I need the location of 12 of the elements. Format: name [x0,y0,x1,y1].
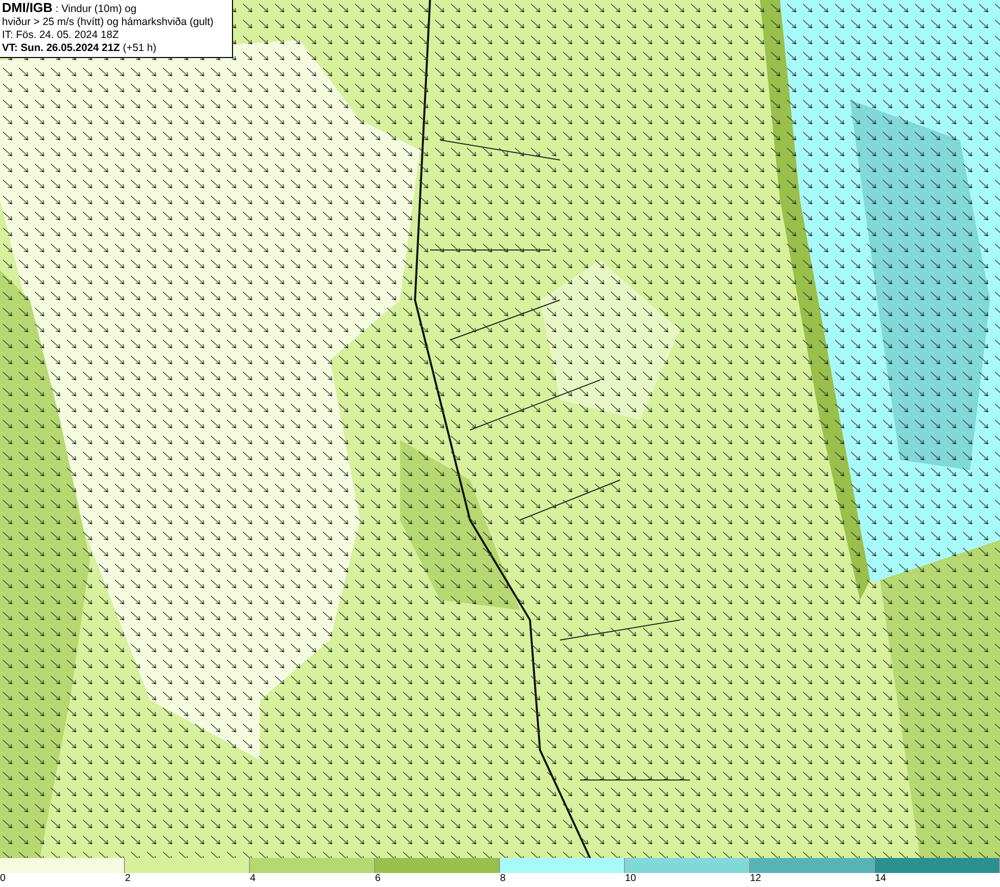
scale-label: 4 [250,873,257,886]
info-text: IT: Fös. 24. 05. 2024 18Z [2,29,120,42]
info-text: DMI/IGB : Vindur (10m) og [2,1,138,16]
scale-label: 8 [500,873,507,886]
info-text: hviður > 25 m/s (hvítt) og hámarkshviða (gult) [2,16,215,29]
scale-label: 0 [0,873,7,886]
scale-label: 14 [875,873,888,886]
scale-label: 6 [375,873,382,886]
scale-label: 10 [625,873,638,886]
scale-label: 2 [125,873,132,886]
info-text: VT: Sun. 26.05.2024 21Z (+51 h) [2,42,158,55]
scale-label: 12 [750,873,762,886]
